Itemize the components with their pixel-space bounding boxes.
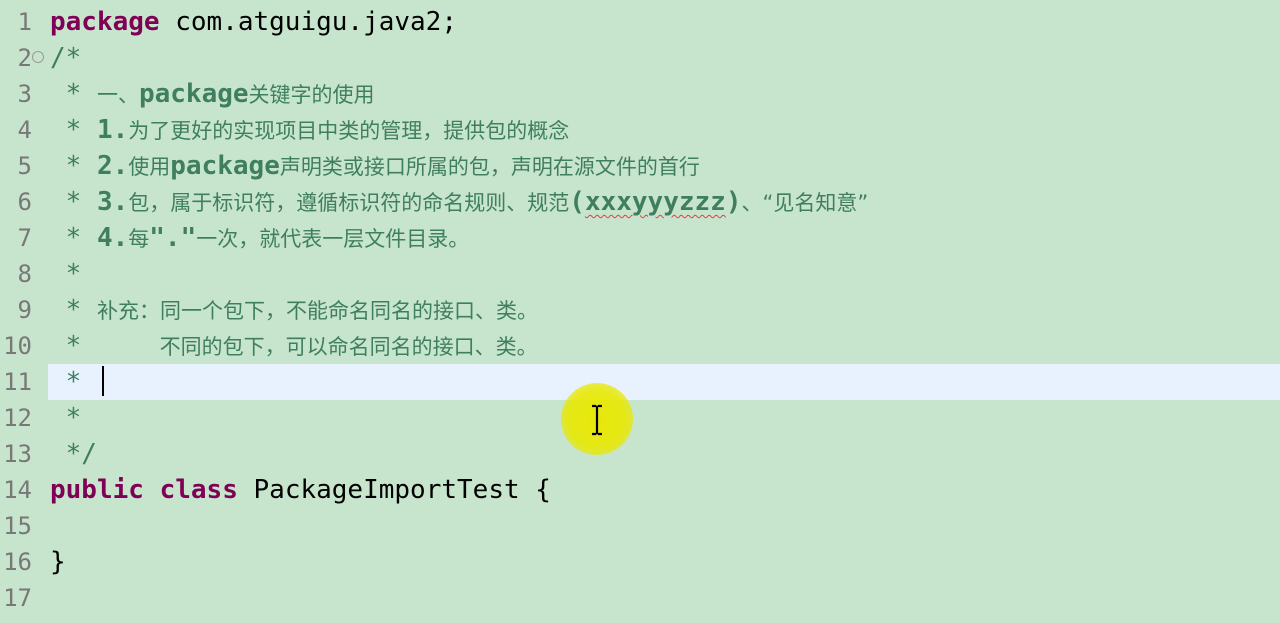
line-number: 9 [17, 296, 32, 324]
line-number: 1 [17, 8, 32, 36]
comment-token: 3. [96, 187, 129, 217]
comment-token: 1. [96, 115, 129, 145]
line-code: * [50, 364, 97, 400]
line-number: 13 [3, 440, 32, 468]
line-number: 3 [17, 80, 32, 108]
line-code: package com.atguigu.java2; [50, 4, 457, 40]
line-code: * 1.为了更好的实现项目中类的管理，提供包的概念 [50, 112, 570, 149]
code-line[interactable]: 15 [0, 508, 1280, 544]
code-token: } [50, 547, 66, 577]
comment-token: 为了更好的实现项目中类的管理，提供包的概念 [128, 119, 570, 143]
line-number: 14 [3, 476, 32, 504]
code-token: PackageImportTest { [237, 475, 551, 505]
comment-token: 声明类或接口所属的包，声明在源文件的首行 [279, 155, 700, 179]
line-code: * 不同的包下，可以命名同名的接口、类。 [50, 328, 538, 365]
line-number: 15 [3, 512, 32, 540]
fold-toggle-icon[interactable] [32, 51, 44, 63]
code-line[interactable]: 12 * [0, 400, 1280, 436]
line-code: * 2.使用package声明类或接口所属的包，声明在源文件的首行 [50, 148, 700, 185]
code-line[interactable]: 7 * 4.每"."一次，就代表一层文件目录。 [0, 220, 1280, 256]
line-number: 8 [17, 260, 32, 288]
comment-token: 一次，就代表一层文件目录。 [196, 227, 470, 251]
comment-token: 2. [96, 151, 129, 181]
comment-token: 一、 [96, 83, 139, 107]
comment-token: package [170, 151, 280, 181]
line-number: 2 [17, 44, 32, 72]
line-number: 10 [3, 332, 32, 360]
code-line[interactable]: 14 public class PackageImportTest { [0, 472, 1280, 508]
comment-token: 关键字的使用 [248, 83, 375, 107]
line-code: /* [50, 40, 81, 76]
line-number: 5 [17, 152, 32, 180]
line-number: 7 [17, 224, 32, 252]
comment-token: * [50, 331, 160, 361]
line-code: * 一、package关键字的使用 [50, 76, 375, 113]
comment-token: 包，属于标识符，遵循标识符的命名规则、规范 [128, 191, 570, 215]
comment-token: * [50, 115, 97, 145]
code-line[interactable]: 4 * 1.为了更好的实现项目中类的管理，提供包的概念 [0, 112, 1280, 148]
comment-token: ( [569, 187, 585, 217]
line-code: * 3.包，属于标识符，遵循标识符的命名规则、规范(xxxyyyzzz)、“见名… [50, 184, 869, 221]
line-code: */ [50, 436, 97, 472]
keyword-token: public [50, 475, 144, 505]
comment-token: /* [50, 43, 82, 73]
line-code: public class PackageImportTest { [50, 472, 551, 508]
line-number: 4 [17, 116, 32, 144]
line-number: 6 [17, 188, 32, 216]
line-number: 11 [3, 368, 32, 396]
code-line[interactable]: 5 * 2.使用package声明类或接口所属的包，声明在源文件的首行 [0, 148, 1280, 184]
line-code: * [50, 400, 82, 436]
ibeam-cursor-icon [592, 404, 602, 436]
code-editor[interactable]: 1 package com.atguigu.java2; 2/* 3 * 一、pack… [0, 0, 1280, 623]
comment-token: package [138, 79, 249, 109]
comment-token: * [50, 187, 97, 217]
comment-token: 不同的包下，可以命名同名的接口、类。 [159, 335, 538, 359]
comment-token: "." [149, 223, 197, 253]
comment-token: 每 [128, 227, 150, 251]
comment-token: 4. [96, 223, 129, 253]
keyword-token: class [159, 475, 238, 505]
line-number: 12 [3, 404, 32, 432]
line-code: * 补充：同一个包下，不能命名同名的接口、类。 [50, 292, 538, 329]
comment-token: * [50, 403, 82, 433]
code-line[interactable]: 11 * [0, 364, 1280, 400]
code-line[interactable]: 17 [0, 580, 1280, 616]
text-caret [102, 366, 104, 396]
comment-token: xxxyyyzzz [584, 187, 726, 217]
comment-token: * [50, 79, 97, 109]
comment-token: * [50, 367, 97, 397]
comment-token: 补充：同一个包下，不能命名同名的接口、类。 [96, 299, 538, 323]
code-line[interactable]: 16} [0, 544, 1280, 580]
code-line[interactable]: 6 * 3.包，属于标识符，遵循标识符的命名规则、规范(xxxyyyzzz)、“… [0, 184, 1280, 220]
line-number: 16 [3, 548, 32, 576]
line-code: * [50, 256, 82, 292]
comment-token: * [50, 259, 82, 289]
comment-token: 、“见名知意” [741, 191, 869, 215]
code-line[interactable]: 3 * 一、package关键字的使用 [0, 76, 1280, 112]
comment-token: * [50, 295, 97, 325]
comment-token: ) [725, 187, 742, 217]
code-line[interactable]: 9 * 补充：同一个包下，不能命名同名的接口、类。 [0, 292, 1280, 328]
line-number: 17 [3, 584, 32, 612]
line-code: } [50, 544, 66, 580]
line-code: * 4.每"."一次，就代表一层文件目录。 [50, 220, 470, 257]
comment-token: * [50, 223, 97, 253]
comment-token: */ [50, 439, 97, 469]
keyword-token: package [50, 7, 160, 37]
comment-token: 使用 [128, 155, 171, 179]
code-line[interactable]: 1 package com.atguigu.java2; [0, 4, 1280, 40]
comment-token: * [50, 151, 97, 181]
code-line[interactable]: 13 */ [0, 436, 1280, 472]
code-line[interactable]: 8 * [0, 256, 1280, 292]
code-line[interactable]: 2 /* [0, 40, 1280, 76]
code-line[interactable]: 10 * 不同的包下，可以命名同名的接口、类。 [0, 328, 1280, 364]
code-token: com.atguigu.java2; [159, 7, 457, 37]
